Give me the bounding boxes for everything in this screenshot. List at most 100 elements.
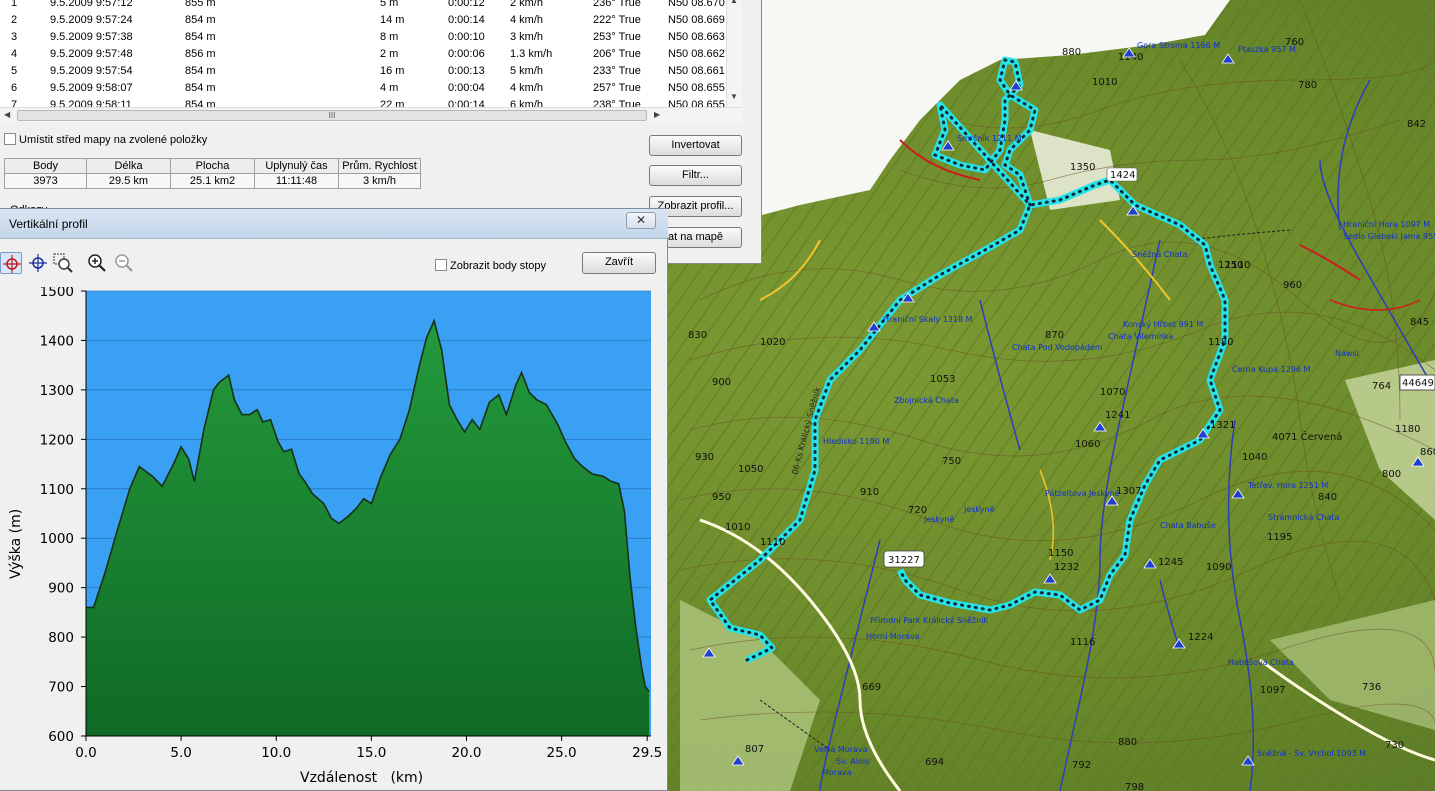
track-table-cell: 0:00:13 bbox=[448, 65, 485, 77]
track-table-cell: 854 m bbox=[185, 99, 216, 107]
scroll-up-arrow[interactable]: ▲ bbox=[730, 0, 738, 5]
track-table-cell: 5 bbox=[11, 65, 18, 77]
map-contour-label: 780 bbox=[1298, 80, 1317, 91]
track-table-row[interactable]: 4 9.5.2009 9:57:48 856 m 2 m 0:00:06 1.3 km/h… bbox=[0, 46, 742, 63]
track-table-cell: 4 km/h bbox=[510, 14, 544, 26]
track-table-cell: 0:00:14 bbox=[448, 99, 485, 107]
zoom-area-tool-icon[interactable] bbox=[52, 252, 74, 274]
vertical-scrollbar[interactable]: ▲ ▼ bbox=[726, 0, 742, 107]
track-table-cell: 14 m bbox=[380, 14, 405, 26]
track-table-cell: 855 m bbox=[185, 0, 216, 9]
x-axis-title: Vzdálenost (km) bbox=[300, 770, 423, 786]
track-table-cell: 2 bbox=[11, 14, 18, 26]
map-contour-label: 798 bbox=[1125, 782, 1144, 791]
track-table-cell: N50 08.662 bbox=[668, 48, 725, 60]
map-contour-label: 1053 bbox=[930, 374, 955, 385]
stats-header: Prům. Rychlost bbox=[338, 158, 421, 174]
map-contour-label: 694 bbox=[925, 757, 944, 768]
zoom-in-icon[interactable] bbox=[86, 252, 108, 274]
track-table-cell: 0:00:04 bbox=[448, 82, 485, 94]
window-close-button[interactable]: ✕ bbox=[626, 212, 656, 229]
x-tick-label: 5.0 bbox=[170, 745, 191, 761]
map-peak-label: Konský Hřbet 991 M bbox=[1123, 320, 1203, 329]
x-tick-label: 20.0 bbox=[451, 745, 481, 761]
scroll-down-arrow[interactable]: ▼ bbox=[730, 92, 738, 101]
show-track-points-checkbox[interactable] bbox=[435, 259, 447, 271]
track-table-cell: 3 bbox=[11, 31, 18, 43]
track-table-cell: N50 08.661 bbox=[668, 65, 725, 77]
map-contour-label: 1195 bbox=[1267, 532, 1292, 543]
map-contour-label: 1070 bbox=[1100, 387, 1125, 398]
map-contour-label: 870 bbox=[1045, 330, 1064, 341]
map-contour-label: 764 bbox=[1372, 381, 1391, 392]
svg-text:31227: 31227 bbox=[888, 555, 920, 566]
scroll-right-arrow[interactable]: ▶ bbox=[654, 110, 660, 119]
close-profile-button[interactable]: Zavřít bbox=[582, 252, 656, 274]
map-peak-label: Hledisko 1190 M bbox=[823, 437, 889, 446]
map-peak-label: Chata Babuše bbox=[1160, 520, 1216, 530]
track-table-row[interactable]: 5 9.5.2009 9:57:54 854 m 16 m 0:00:13 5 km/h 2… bbox=[0, 63, 742, 80]
show-track-points-option[interactable]: Zobrazit body stopy bbox=[435, 259, 546, 272]
track-table-cell: N50 08.669 bbox=[668, 14, 725, 26]
track-table-cell: 6 km/h bbox=[510, 99, 544, 107]
x-tick-label: 25.0 bbox=[547, 745, 577, 761]
track-table-row[interactable]: 2 9.5.2009 9:57:24 854 m 14 m 0:00:14 4 km/h 2… bbox=[0, 12, 742, 29]
map-contour-label: 1180 bbox=[1395, 424, 1420, 435]
map-peak-label: Zbojnická Chata bbox=[894, 396, 959, 405]
crosshair-tool-icon[interactable] bbox=[27, 252, 49, 274]
select-tool-icon[interactable] bbox=[0, 252, 22, 274]
track-table-cell: 9.5.2009 9:57:38 bbox=[50, 31, 133, 43]
map-waypoint-tag[interactable]: 31227 bbox=[883, 550, 925, 568]
map-contour-label: 1116 bbox=[1070, 637, 1095, 648]
track-table-cell: 22 m bbox=[380, 99, 405, 107]
track-table-row[interactable]: 3 9.5.2009 9:57:38 854 m 8 m 0:00:10 3 km/h 25… bbox=[0, 29, 742, 46]
stats-value-points: 3973 bbox=[4, 173, 87, 189]
track-table-row[interactable]: 7 9.5.2009 9:58:11 854 m 22 m 0:00:14 6 km/h 2… bbox=[0, 97, 742, 107]
y-tick-label: 1400 bbox=[40, 333, 74, 349]
map-contour-label: 800 bbox=[1382, 469, 1401, 480]
map-peak-label: Sněžná - Sv. Vrchol 1093 M bbox=[1257, 749, 1366, 758]
profile-titlebar[interactable]: Vertikální profil ✕ bbox=[0, 209, 668, 239]
filter-button[interactable]: Filtr... bbox=[649, 165, 742, 186]
map-contour-label: 842 bbox=[1407, 119, 1426, 130]
map-contour-label: 1050 bbox=[738, 464, 763, 475]
map-contour-label: 1307 bbox=[1116, 486, 1141, 497]
track-table-cell: 5 m bbox=[380, 0, 399, 9]
map-contour-label: 669 bbox=[862, 682, 881, 693]
map-contour-label: 860 bbox=[1420, 447, 1435, 458]
stats-header: Body bbox=[4, 158, 87, 174]
y-tick-label: 1500 bbox=[40, 287, 74, 300]
scroll-left-arrow[interactable]: ◀ bbox=[4, 110, 10, 119]
map-contour-label: 1110 bbox=[760, 537, 785, 548]
track-points-table[interactable]: 1 9.5.2009 9:57:12 855 m5 m 0:00:12 2 km/h 23… bbox=[0, 0, 742, 107]
stats-value-length: 29.5 km bbox=[86, 173, 171, 189]
track-table-row[interactable]: 1 9.5.2009 9:57:12 855 m 5 m 0:00:12 2 km/h 23… bbox=[0, 0, 742, 12]
track-table-cell: 4 km/h bbox=[510, 82, 544, 94]
horizontal-scroll-thumb[interactable]: III bbox=[17, 110, 647, 121]
profile-window-title: Vertikální profil bbox=[9, 217, 88, 231]
svg-text:44649: 44649 bbox=[1402, 378, 1434, 389]
center-map-option[interactable]: Umístit střed mapy na zvolené položky bbox=[4, 133, 207, 146]
horizontal-scrollbar[interactable]: ◀ III ▶ bbox=[0, 107, 742, 122]
elevation-profile-chart[interactable]: 0.0 5.0 10.0 15.0 20.0 25.0 29.5 600 700 800 900 1… bbox=[0, 287, 668, 791]
track-table-cell: 5 km/h bbox=[510, 65, 544, 77]
map-peak-label: Jeskyně bbox=[963, 505, 995, 514]
track-table-cell: N50 08.663 bbox=[668, 31, 725, 43]
map-contour-label: 830 bbox=[688, 330, 707, 341]
map-peak-label: Nawsi bbox=[1335, 349, 1359, 358]
map-summit-tag: 1424 bbox=[1106, 167, 1138, 182]
map-place-label: 4071 Červená bbox=[1272, 430, 1342, 443]
y-tick-label: 1300 bbox=[40, 383, 74, 399]
zoom-out-icon[interactable] bbox=[113, 252, 135, 274]
track-table-cell: 9.5.2009 9:57:48 bbox=[50, 48, 133, 60]
center-map-checkbox[interactable] bbox=[4, 133, 16, 145]
track-table-cell: 8 m bbox=[380, 31, 399, 43]
map-contour-label: 1150 bbox=[1048, 548, 1073, 559]
map-contour-label: 880 bbox=[1118, 737, 1137, 748]
map-contour-label: 1110 bbox=[1225, 260, 1250, 271]
map-peak-label: Pátzeltova Jeskyně bbox=[1045, 489, 1120, 498]
track-table-cell: 4 bbox=[11, 48, 18, 60]
track-table-row[interactable]: 6 9.5.2009 9:58:07 854 m 4 m 0:00:04 4 km/h 25… bbox=[0, 80, 742, 97]
invert-button[interactable]: Invertovat bbox=[649, 135, 742, 156]
map-contour-label: 910 bbox=[860, 487, 879, 498]
